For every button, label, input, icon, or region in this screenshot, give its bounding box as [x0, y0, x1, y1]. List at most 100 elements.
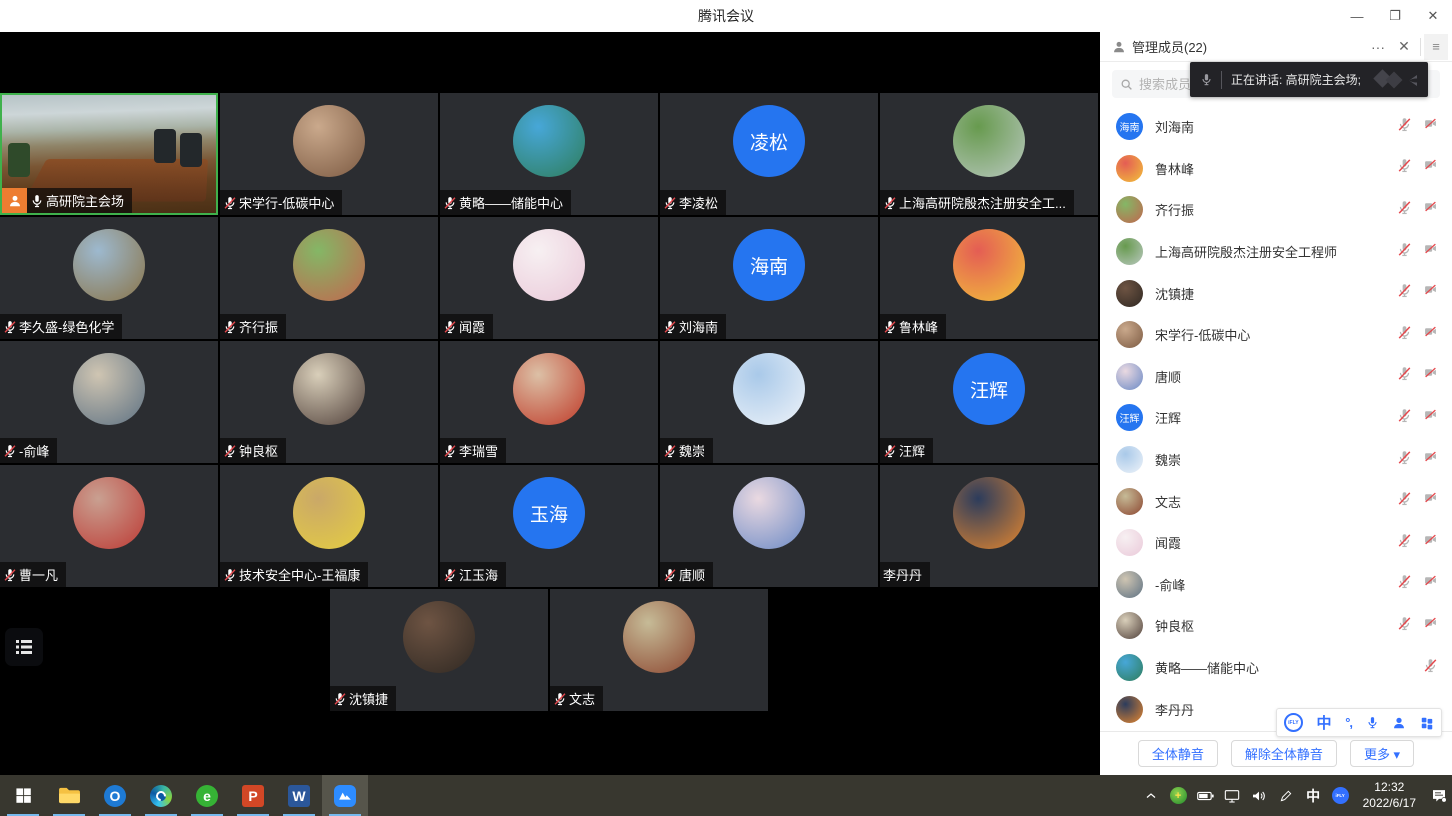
member-mic-button[interactable]: [1397, 117, 1412, 137]
participant-tile[interactable]: 曹一凡: [0, 465, 218, 587]
member-camera-button[interactable]: [1423, 242, 1438, 262]
antivirus-360-icon[interactable]: +: [1165, 775, 1192, 816]
action-center-icon[interactable]: [1425, 775, 1452, 816]
participant-tile[interactable]: 鲁林峰: [880, 217, 1098, 339]
participant-tile[interactable]: 沈镇捷: [330, 589, 548, 711]
member-camera-button[interactable]: [1423, 533, 1438, 553]
pen-icon[interactable]: [1273, 775, 1300, 816]
member-row[interactable]: 海南刘海南: [1116, 106, 1438, 148]
ime-voice-button[interactable]: [1366, 715, 1379, 730]
unmute-all-button[interactable]: 解除全体静音: [1231, 740, 1337, 767]
edge-browser-button[interactable]: [138, 775, 184, 816]
maximize-button[interactable]: ❐: [1376, 0, 1414, 32]
member-mic-button[interactable]: [1423, 658, 1438, 678]
participant-tile[interactable]: 上海高研院殷杰注册安全工...: [880, 93, 1098, 215]
member-camera-button[interactable]: [1423, 325, 1438, 345]
member-row[interactable]: 唐顺: [1116, 356, 1438, 398]
member-mic-button[interactable]: [1397, 408, 1412, 428]
member-row[interactable]: -俞峰: [1116, 564, 1438, 606]
member-row[interactable]: 鲁林峰: [1116, 148, 1438, 190]
panel-menu-button[interactable]: ≡: [1424, 34, 1448, 60]
participant-tile[interactable]: 李久盛-绿色化学: [0, 217, 218, 339]
member-row[interactable]: 齐行振: [1116, 189, 1438, 231]
mute-all-button[interactable]: 全体静音: [1138, 740, 1218, 767]
member-mic-button[interactable]: [1397, 158, 1412, 178]
start-button[interactable]: [0, 775, 46, 816]
clock[interactable]: 12:32 2022/6/17: [1354, 780, 1425, 811]
minimize-button[interactable]: —: [1338, 0, 1376, 32]
ime-punctuation-button[interactable]: °,: [1345, 715, 1352, 730]
participant-tile[interactable]: 李丹丹: [880, 465, 1098, 587]
file-explorer-button[interactable]: [46, 775, 92, 816]
participant-tile[interactable]: 高研院主会场: [0, 93, 218, 215]
layout-toggle-button[interactable]: [5, 628, 43, 666]
volume-icon[interactable]: [1246, 775, 1273, 816]
ime-language-button[interactable]: 中: [1317, 712, 1332, 733]
participant-tile[interactable]: 唐顺: [660, 465, 878, 587]
ime-user-button[interactable]: [1392, 716, 1406, 730]
member-camera-button[interactable]: [1423, 283, 1438, 303]
member-mic-button[interactable]: [1397, 242, 1412, 262]
member-row[interactable]: 宋学行-低碳中心: [1116, 314, 1438, 356]
member-mic-button[interactable]: [1397, 533, 1412, 553]
more-button[interactable]: 更多 ▾: [1350, 740, 1414, 767]
tray-expand-chevron[interactable]: [1138, 775, 1165, 816]
outlook-icon: O: [104, 785, 126, 807]
participant-tile[interactable]: 钟良枢: [220, 341, 438, 463]
member-mic-button[interactable]: [1397, 450, 1412, 470]
panel-close-button[interactable]: ✕: [1391, 34, 1417, 60]
participant-tile[interactable]: 魏崇: [660, 341, 878, 463]
participant-tile[interactable]: 宋学行-低碳中心: [220, 93, 438, 215]
member-camera-button[interactable]: [1423, 574, 1438, 594]
member-camera-button[interactable]: [1423, 200, 1438, 220]
muted-camera-icon: [1423, 242, 1438, 255]
participant-tile[interactable]: 李瑞雪: [440, 341, 658, 463]
powerpoint-button[interactable]: P: [230, 775, 276, 816]
outlook-button[interactable]: O: [92, 775, 138, 816]
participant-tile[interactable]: 海南 刘海南: [660, 217, 878, 339]
participant-tile[interactable]: 汪辉 汪辉: [880, 341, 1098, 463]
member-row[interactable]: 魏崇: [1116, 439, 1438, 481]
member-row[interactable]: 上海高研院殷杰注册安全工程师: [1116, 231, 1438, 273]
participant-tile[interactable]: -俞峰: [0, 341, 218, 463]
iflytek-tray-icon[interactable]: iFLY: [1327, 775, 1354, 816]
member-mic-button[interactable]: [1397, 283, 1412, 303]
ime-grid-button[interactable]: [1420, 716, 1434, 730]
member-camera-button[interactable]: [1423, 366, 1438, 386]
member-row[interactable]: 汪辉汪辉: [1116, 397, 1438, 439]
member-row[interactable]: 黄略——储能中心: [1116, 647, 1438, 689]
browser-360-button[interactable]: e: [184, 775, 230, 816]
member-camera-button[interactable]: [1423, 450, 1438, 470]
member-camera-button[interactable]: [1423, 117, 1438, 137]
participant-tile[interactable]: 玉海 江玉海: [440, 465, 658, 587]
member-row[interactable]: 文志: [1116, 480, 1438, 522]
word-button[interactable]: W: [276, 775, 322, 816]
member-camera-button[interactable]: [1423, 491, 1438, 511]
iflytek-logo-icon[interactable]: iFLY: [1284, 713, 1303, 732]
member-mic-button[interactable]: [1397, 491, 1412, 511]
battery-icon[interactable]: [1192, 775, 1219, 816]
participant-tile[interactable]: 文志: [550, 589, 768, 711]
member-camera-button[interactable]: [1423, 158, 1438, 178]
panel-more-button[interactable]: ···: [1365, 34, 1391, 60]
participant-tile[interactable]: 凌松 李凌松: [660, 93, 878, 215]
member-list[interactable]: 海南刘海南 鲁林峰 齐行振 上海高研院殷杰注册安全工程师 沈镇捷 宋学行-低碳中…: [1100, 104, 1452, 731]
tencent-meeting-button[interactable]: [322, 775, 368, 816]
close-button[interactable]: ✕: [1414, 0, 1452, 32]
member-row[interactable]: 钟良枢: [1116, 605, 1438, 647]
member-camera-button[interactable]: [1423, 408, 1438, 428]
participant-tile[interactable]: 黄略——储能中心: [440, 93, 658, 215]
member-mic-button[interactable]: [1397, 366, 1412, 386]
ime-language-indicator[interactable]: 中: [1300, 775, 1327, 816]
member-row[interactable]: 沈镇捷: [1116, 272, 1438, 314]
member-mic-button[interactable]: [1397, 325, 1412, 345]
participant-tile[interactable]: 齐行振: [220, 217, 438, 339]
participant-tile[interactable]: 闻霞: [440, 217, 658, 339]
member-mic-button[interactable]: [1397, 200, 1412, 220]
display-icon[interactable]: [1219, 775, 1246, 816]
member-row[interactable]: 闻霞: [1116, 522, 1438, 564]
member-mic-button[interactable]: [1397, 616, 1412, 636]
member-camera-button[interactable]: [1423, 616, 1438, 636]
participant-tile[interactable]: 技术安全中心-王福康: [220, 465, 438, 587]
member-mic-button[interactable]: [1397, 574, 1412, 594]
